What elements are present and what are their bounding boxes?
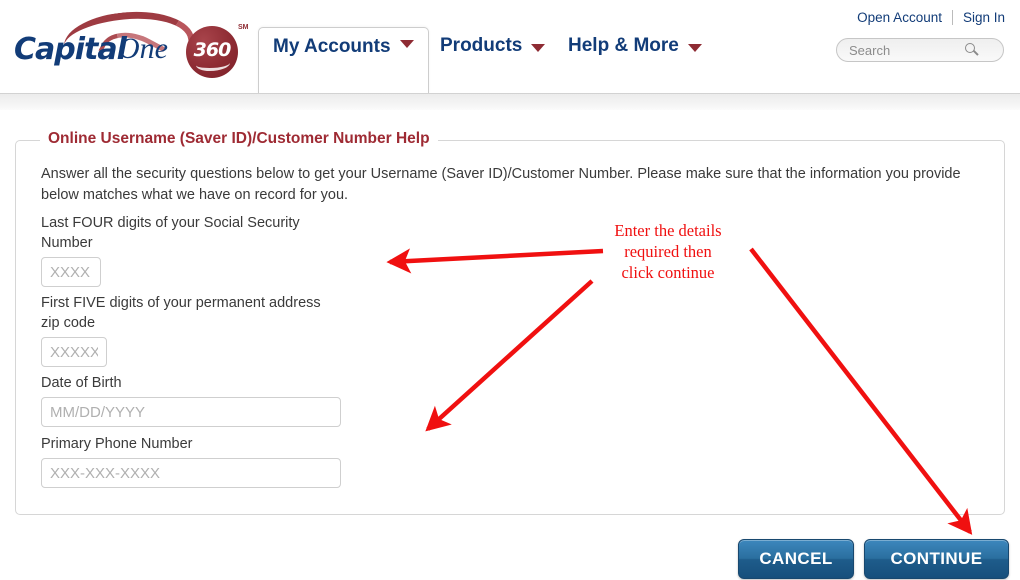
search-input[interactable] [837, 40, 965, 60]
divider [951, 10, 953, 25]
page-root: Capital One 360 SM My Accounts Products … [0, 0, 1020, 580]
site-header: Capital One 360 SM My Accounts Products … [0, 0, 1020, 94]
zip-code-field[interactable] [41, 337, 107, 367]
field-group-phone: Primary Phone Number [41, 434, 341, 488]
primary-phone-label: Primary Phone Number [41, 436, 193, 452]
continue-button[interactable]: CONTINUE [864, 539, 1009, 579]
field-group-dob: Date of Birth [41, 373, 341, 427]
chevron-down-icon [687, 44, 702, 52]
logo-one-text: One [118, 32, 168, 65]
field-group-ssn: Last FOUR digits of your Social Security… [41, 213, 311, 287]
subnav-band [0, 94, 1020, 110]
sign-in-link[interactable]: Sign In [963, 10, 1005, 25]
annotation-line-2: required then [624, 242, 712, 261]
nav-tab-products[interactable]: Products [426, 27, 559, 66]
primary-phone-field[interactable] [41, 458, 341, 488]
nav-tab-products-label: Products [440, 35, 523, 56]
annotation-instruction-text: Enter the details required then click co… [588, 220, 748, 283]
field-group-zip: First FIVE digits of your permanent addr… [41, 293, 341, 367]
utility-links: Open Account Sign In [857, 10, 1005, 25]
cancel-button[interactable]: CANCEL [738, 539, 854, 579]
help-form-panel: Online Username (Saver ID)/Customer Numb… [15, 130, 1005, 515]
annotation-line-3: click continue [621, 263, 715, 282]
ssn-last-four-label: Last FOUR digits of your Social Security… [41, 215, 300, 251]
date-of-birth-field[interactable] [41, 397, 341, 427]
search-icon[interactable] [965, 43, 979, 57]
search-box[interactable] [836, 38, 1004, 62]
page-title: Online Username (Saver ID)/Customer Numb… [40, 130, 438, 148]
chevron-down-icon [531, 44, 546, 52]
zip-code-label: First FIVE digits of your permanent addr… [41, 295, 321, 331]
nav-tab-help-and-more[interactable]: Help & More [554, 27, 716, 66]
capital-one-360-logo[interactable]: Capital One 360 SM [8, 4, 249, 78]
logo-capital-text: Capital [14, 32, 127, 67]
nav-tab-help-and-more-label: Help & More [568, 35, 679, 56]
ssn-last-four-field[interactable] [41, 257, 101, 287]
chevron-down-icon [399, 40, 414, 48]
nav-tab-my-accounts[interactable]: My Accounts [258, 27, 429, 94]
form-intro-text: Answer all the security questions below … [41, 166, 961, 203]
date-of-birth-label: Date of Birth [41, 375, 122, 391]
logo-360-badge: 360 [186, 26, 238, 78]
nav-tab-my-accounts-label: My Accounts [273, 36, 391, 57]
logo-360-swoop-icon [196, 57, 230, 71]
subnav-band-edge [0, 110, 1020, 111]
annotation-line-1: Enter the details [614, 221, 722, 240]
logo-trademark-text: SM [238, 24, 249, 31]
open-account-link[interactable]: Open Account [857, 10, 942, 25]
